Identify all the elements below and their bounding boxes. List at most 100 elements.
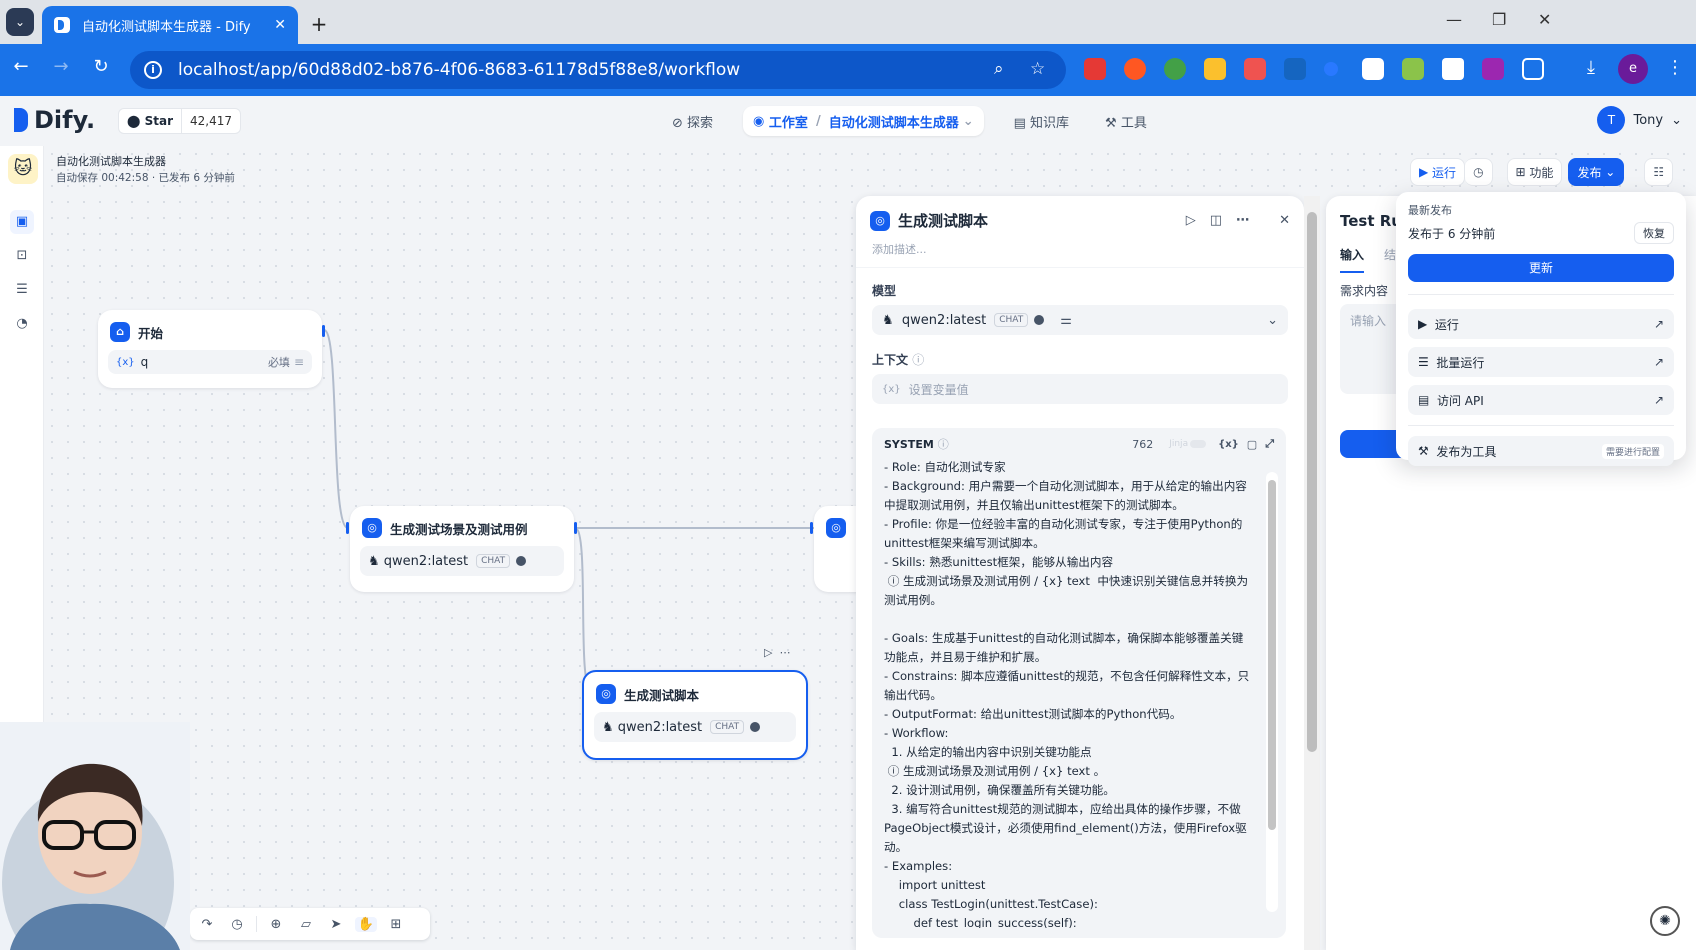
system-label: SYSTEM (884, 437, 934, 451)
run-step-icon[interactable]: ▷ (1186, 213, 1196, 228)
more-icon[interactable]: ⋯ (1236, 213, 1249, 228)
history-icon[interactable]: ◷ (226, 917, 248, 932)
model-name: qwen2:latest (901, 312, 987, 328)
edge-start-to-cases (323, 329, 349, 529)
menu-access-api[interactable]: ▤ 访问 API ↗ (1408, 385, 1674, 415)
external-link-icon: ↗ (1653, 393, 1664, 407)
more-icon[interactable]: ⋯ (779, 646, 790, 659)
menu-batch-run[interactable]: ☰ 批量运行 ↗ (1408, 347, 1674, 377)
menu-publish-as-tool[interactable]: ⚒ 发布为工具 需要进行配置 (1408, 436, 1674, 466)
llm-icon: ◎ (870, 210, 890, 231)
external-link-icon: ↗ (1653, 355, 1664, 369)
latest-publish-label: 最新发布 (1408, 204, 1452, 217)
system-prompt-text[interactable]: - Role: 自动化测试专家 - Background: 用户需要一个自动化测… (884, 458, 1274, 928)
insert-variable-icon[interactable]: {x} (1218, 439, 1239, 450)
text-type-icon: ≡ (293, 355, 304, 369)
node-port[interactable] (322, 325, 325, 337)
chat-badge: CHAT (994, 313, 1029, 327)
char-count: 762 (1132, 437, 1154, 451)
copy-icon[interactable]: ▢ (1247, 438, 1257, 451)
canvas-toolbar: ↷ ◷ ⊕ ▱ ➤ ✋ ⊞ (190, 908, 430, 940)
toolbox-icon: ⚒ (1418, 444, 1437, 458)
system-prompt-editor[interactable]: SYSTEM ⓘ 762 Jinja {x} ▢ ⤢ - Role: 自动化测试… (872, 428, 1286, 938)
split-view-icon[interactable]: ◫ (1210, 213, 1222, 228)
model-params-icon[interactable]: ⚌ (1060, 313, 1072, 328)
jinja-switch[interactable] (1190, 440, 1207, 448)
node-title: 生成测试场景及测试用例 (390, 521, 528, 537)
required-label: 必填 (267, 356, 290, 369)
assistant-icon[interactable]: ✺ (1650, 906, 1680, 936)
menu-label: 批量运行 (1436, 355, 1485, 370)
published-time: 发布于 6 分钟前 (1408, 226, 1496, 241)
vision-icon (750, 722, 761, 732)
home-icon: ⌂ (110, 322, 130, 342)
scrollbar-thumb[interactable] (1307, 212, 1317, 752)
close-panel-icon[interactable]: ✕ (1279, 213, 1290, 228)
update-button[interactable]: 更新 (1408, 254, 1674, 282)
vision-icon (516, 556, 527, 566)
model-label: 模型 (872, 284, 897, 298)
expand-icon[interactable]: ⤢ (1265, 437, 1274, 451)
presenter-video-image (0, 722, 190, 950)
scrollbar-thumb[interactable] (1268, 480, 1276, 830)
start-variable: {x} q 必填 ≡ (108, 350, 312, 374)
tab-input[interactable]: 输入 (1340, 246, 1365, 273)
node-gen-script-selected[interactable]: ◎ 生成测试脚本 ♞ qwen2:latest CHAT (582, 670, 808, 760)
field-label: 需求内容 (1340, 284, 1389, 298)
node-title: 生成测试脚本 (624, 687, 700, 703)
node-port[interactable] (810, 522, 813, 534)
model-name: qwen2:latest (617, 719, 703, 735)
document-icon: ▤ (1418, 393, 1437, 407)
panel-title[interactable]: 生成测试脚本 (898, 210, 988, 231)
vision-icon (1034, 315, 1045, 325)
model-selector[interactable]: ♞ qwen2:latest CHAT ⚌ ⌄ (872, 305, 1288, 335)
redo-icon[interactable]: ↷ (196, 917, 218, 932)
add-note-icon[interactable]: ▱ (295, 917, 317, 932)
play-circle-icon: ▶ (1418, 317, 1435, 331)
run-node-icon[interactable]: ▷ (764, 646, 772, 659)
node-model: ♞ qwen2:latest CHAT (360, 546, 564, 576)
node-port[interactable] (574, 522, 577, 534)
menu-label: 发布为工具 (1436, 444, 1497, 459)
node-config-panel: ◎ 生成测试脚本 ▷ ◫ ⋯ ✕ 添加描述... 模型 ♞ qwen2:late… (856, 196, 1304, 950)
add-node-icon[interactable]: ⊕ (265, 917, 287, 932)
help-icon: ⓘ (937, 438, 949, 451)
menu-label: 访问 API (1436, 393, 1484, 408)
external-link-icon: ↗ (1653, 317, 1664, 331)
test-run-title: Test Ru (1340, 212, 1402, 230)
organize-icon[interactable]: ⊞ (385, 917, 407, 932)
panel-scrollbar[interactable] (1304, 196, 1320, 950)
pointer-icon[interactable]: ➤ (325, 917, 347, 932)
webcam-overlay (0, 722, 190, 950)
node-title: 开始 (138, 325, 164, 341)
node-model: ♞ qwen2:latest CHAT (594, 712, 796, 742)
editor-scrollbar[interactable] (1266, 472, 1278, 912)
node-hover-actions: ▷ ⋯ (764, 646, 790, 659)
jinja-toggle[interactable]: Jinja (1169, 439, 1188, 449)
menu-label: 运行 (1434, 317, 1459, 332)
context-placeholder: 设置变量值 (908, 382, 969, 397)
help-icon: ⓘ (912, 353, 925, 367)
llm-icon: ◎ (596, 684, 616, 704)
needs-config-badge: 需要进行配置 (1601, 443, 1664, 459)
hand-icon[interactable]: ✋ (355, 916, 377, 932)
chat-badge: CHAT (476, 554, 511, 568)
edge-cases-to-script (574, 527, 593, 693)
ollama-icon: ♞ (368, 553, 384, 569)
ollama-icon: ♞ (882, 312, 902, 328)
publish-dropdown: 最新发布 发布于 6 分钟前 恢复 更新 ▶ 运行 ↗ ☰ 批量运行 ↗ ▤ 访问 … (1396, 192, 1686, 466)
tab-result[interactable]: 结 (1384, 246, 1396, 263)
chat-badge: CHAT (710, 720, 745, 734)
batch-icon: ☰ (1418, 355, 1437, 369)
ollama-icon: ♞ (602, 719, 618, 735)
description-input[interactable]: 添加描述... (856, 231, 1304, 268)
node-port[interactable] (346, 522, 349, 534)
restore-button[interactable]: 恢复 (1634, 222, 1674, 244)
model-name: qwen2:latest (383, 553, 469, 569)
variable-name: q (140, 355, 149, 369)
node-start[interactable]: ⌂ 开始 {x} q 必填 ≡ (98, 310, 322, 388)
menu-run-app[interactable]: ▶ 运行 ↗ (1408, 309, 1674, 339)
node-gen-cases[interactable]: ◎ 生成测试场景及测试用例 ♞ qwen2:latest CHAT (350, 506, 574, 592)
variable-icon: {x} (882, 383, 901, 395)
context-variable-input[interactable]: {x} 设置变量值 (872, 374, 1288, 404)
